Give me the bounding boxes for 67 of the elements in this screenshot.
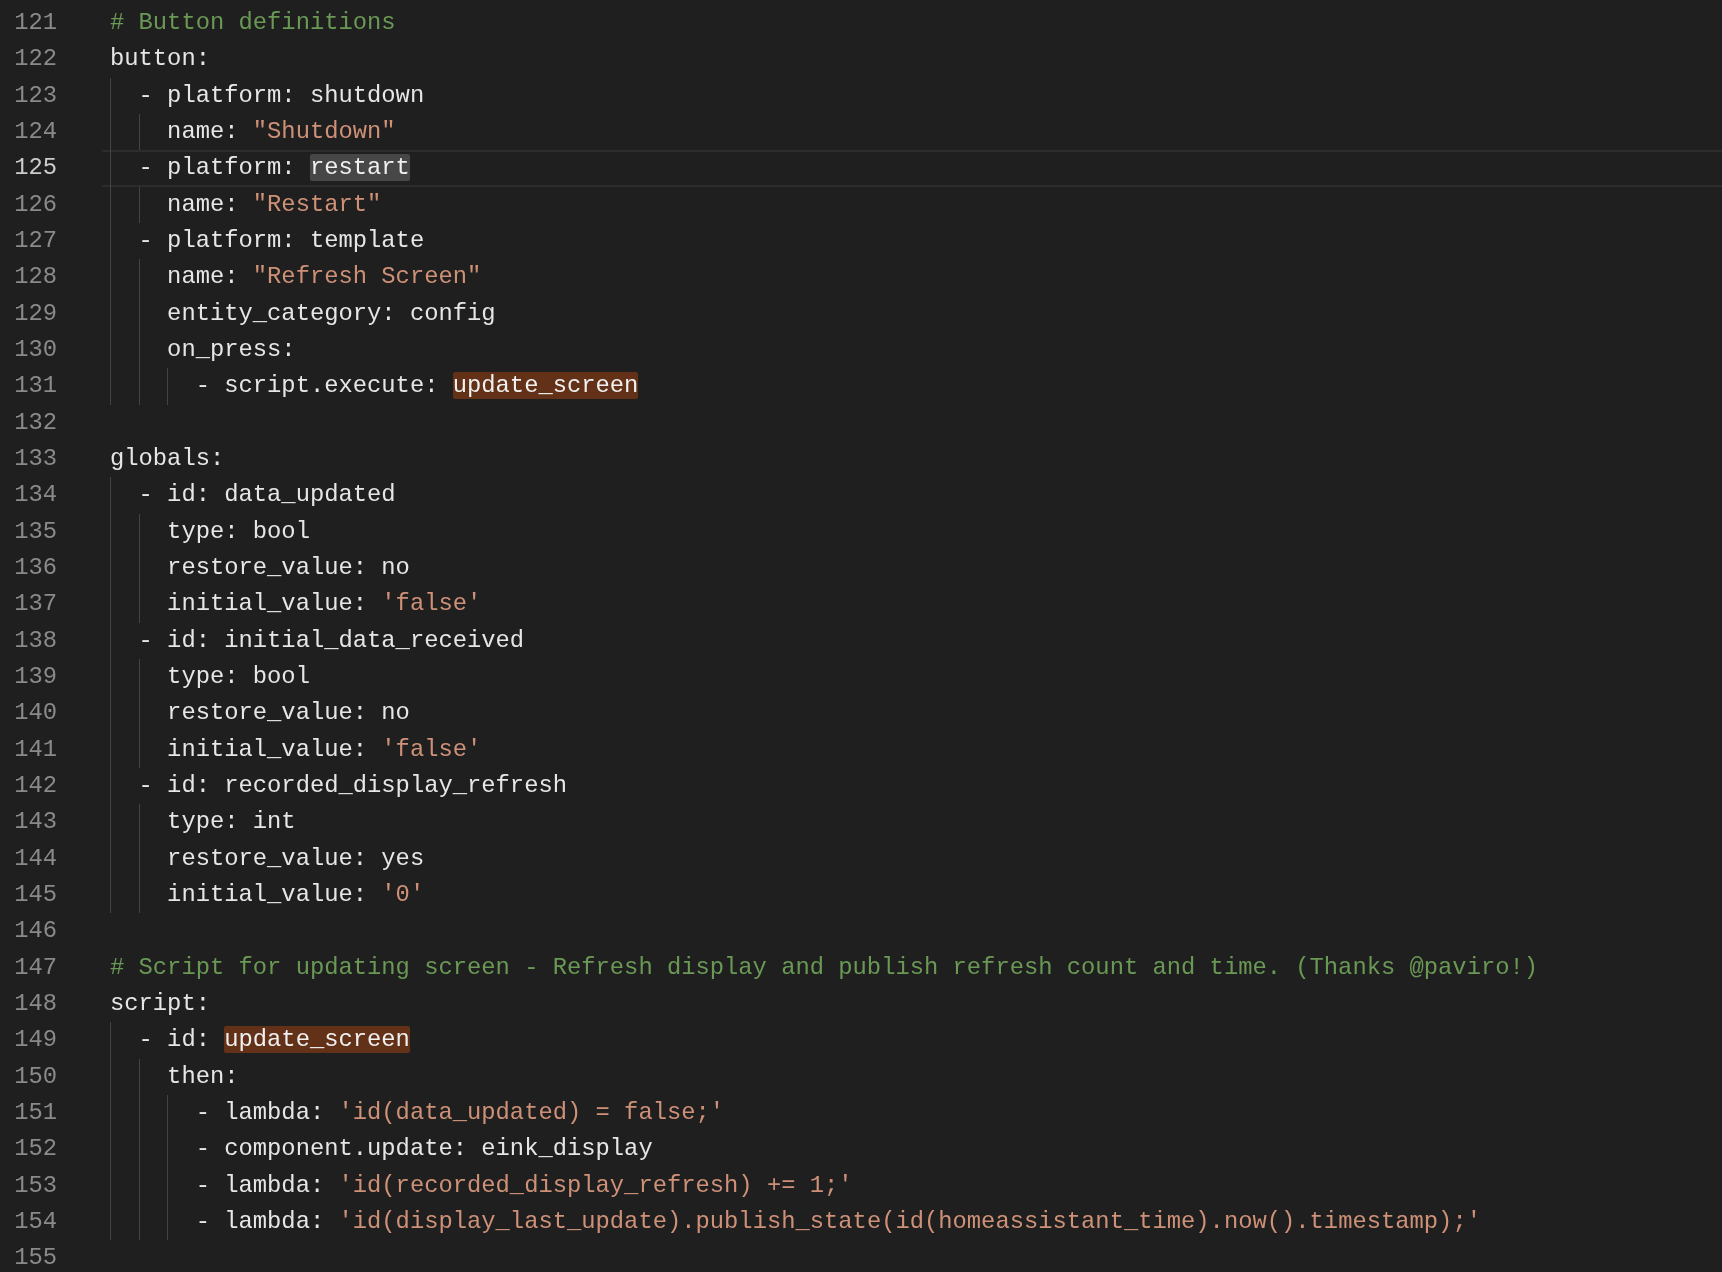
- code-line: - platform: template: [110, 222, 1722, 260]
- code-line: - id: recorded_display_refresh: [110, 767, 1722, 805]
- code-line: initial_value: 'false': [110, 586, 1722, 623]
- line-number: 148: [13, 988, 57, 1019]
- line-number: 137: [13, 589, 57, 620]
- code-line: then:: [110, 1058, 1722, 1095]
- line-number: 124: [13, 117, 57, 147]
- line-number: 130: [13, 334, 57, 365]
- line-number: 139: [13, 661, 57, 692]
- code-line: - lambda: 'id(recorded_display_refresh) += 1;': [110, 1167, 1722, 1204]
- code-line: - component.update: eink_display: [110, 1131, 1722, 1168]
- line-number: 145: [13, 879, 57, 910]
- line-number: 138: [13, 625, 57, 656]
- line-number: 136: [13, 552, 57, 583]
- line-number: 135: [13, 516, 57, 547]
- code-line: restore_value: no: [110, 695, 1722, 732]
- code-line: entity_category: config: [110, 295, 1722, 332]
- line-number: 123: [13, 80, 57, 111]
- code-line: name: "Shutdown": [110, 114, 1722, 151]
- code-line: # Button definitions: [110, 8, 397, 38]
- line-number: 129: [13, 298, 57, 329]
- line-number: 154: [13, 1206, 57, 1237]
- code-line: on_press:: [110, 331, 1722, 369]
- line-number: 141: [13, 734, 57, 765]
- code-line: type: bool: [110, 658, 1722, 696]
- line-number: 142: [13, 770, 57, 801]
- line-number: 127: [13, 225, 57, 256]
- line-number: 151: [13, 1097, 57, 1128]
- line-number: 149: [13, 1025, 57, 1056]
- code-line: script:: [110, 988, 211, 1019]
- code-line: - id: data_updated: [110, 477, 1722, 514]
- code-line: restore_value: yes: [110, 840, 1722, 877]
- code-line: - id: update_screen: [110, 1022, 1722, 1059]
- code-line: globals:: [110, 443, 226, 474]
- code-line: restore_value: no: [110, 549, 1722, 587]
- code-line: - platform: restart: [102, 150, 1722, 187]
- line-number: 126: [13, 189, 57, 220]
- code-line: name: "Refresh Screen": [110, 259, 1722, 296]
- code-line: button:: [110, 44, 211, 75]
- code-line: name: "Restart": [110, 186, 1722, 223]
- line-number: 152: [13, 1134, 57, 1165]
- code-line: - id: initial_data_received: [110, 622, 1722, 659]
- line-number: 155: [13, 1243, 57, 1272]
- line-number: 128: [13, 262, 57, 293]
- line-number: 150: [13, 1061, 57, 1092]
- line-number: 122: [13, 44, 57, 75]
- code-line: initial_value: 'false': [110, 731, 1722, 768]
- code-line: - lambda: 'id(display_last_update).publish_state(id(homeassistant_time).now().timestamp);': [110, 1203, 1722, 1241]
- line-number: 132: [13, 407, 57, 438]
- code-line: initial_value: '0': [110, 876, 1722, 914]
- code-line: - platform: shutdown: [110, 77, 1722, 114]
- line-number: 133: [13, 443, 57, 474]
- code-line: - script.execute: update_screen: [110, 368, 1722, 405]
- line-number: 131: [13, 371, 57, 402]
- line-number: 144: [13, 843, 57, 874]
- line-number: 140: [13, 698, 57, 729]
- code-line: - lambda: 'id(data_updated) = false;': [110, 1094, 1722, 1132]
- line-number: 134: [13, 480, 57, 511]
- line-number: 143: [13, 807, 57, 838]
- line-number: 146: [13, 916, 57, 947]
- code-line: # Script for updating screen - Refresh display and publish refresh count and time. (Thanks @paviro!): [110, 952, 1540, 983]
- line-number: 121: [13, 8, 57, 38]
- line-number: 125: [13, 153, 57, 184]
- line-number: 153: [13, 1170, 57, 1201]
- code-line: type: int: [110, 804, 1722, 841]
- line-number: 147: [13, 952, 57, 983]
- code-line: type: bool: [110, 513, 1722, 550]
